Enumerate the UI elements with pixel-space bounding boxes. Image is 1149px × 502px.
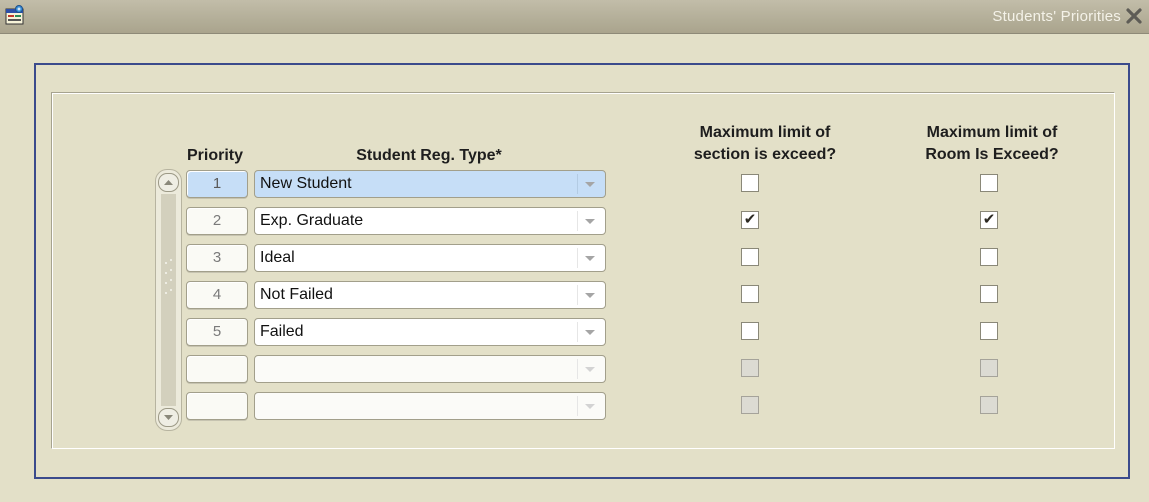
header-room-line2: Room Is Exceed? bbox=[925, 146, 1059, 163]
scroll-up-arrow-icon bbox=[164, 180, 173, 185]
reg-type-select[interactable]: Exp. Graduate bbox=[254, 207, 606, 235]
priority-field[interactable]: 2 bbox=[186, 207, 248, 235]
dropdown-arrow-icon[interactable] bbox=[577, 359, 602, 379]
window-title: Students' Priorities bbox=[992, 8, 1121, 25]
reg-type-value: Exp. Graduate bbox=[260, 212, 364, 229]
room-exceeded-checkbox[interactable] bbox=[980, 248, 998, 266]
priority-field[interactable]: 3 bbox=[186, 244, 248, 272]
dropdown-arrow-icon[interactable] bbox=[577, 285, 602, 305]
header-priority: Priority bbox=[186, 147, 243, 164]
record-row: 2 Exp. Graduate ✔ ✔ bbox=[186, 207, 1146, 237]
reg-type-select[interactable] bbox=[254, 392, 606, 420]
room-exceeded-checkbox[interactable] bbox=[980, 285, 998, 303]
checkmark-icon: ✔ bbox=[982, 211, 996, 228]
room-exceeded-checkbox[interactable]: ✔ bbox=[980, 211, 998, 229]
scrollbar-grip-icon[interactable] bbox=[164, 257, 174, 297]
section-exceeded-checkbox[interactable] bbox=[741, 322, 759, 340]
reg-type-select[interactable]: Failed bbox=[254, 318, 606, 346]
record-row bbox=[186, 392, 1146, 422]
checkmark-icon bbox=[981, 248, 997, 266]
room-exceeded-checkbox bbox=[980, 396, 998, 414]
checkmark-icon bbox=[742, 322, 758, 340]
room-exceeded-checkbox[interactable] bbox=[980, 322, 998, 340]
section-exceeded-checkbox[interactable] bbox=[741, 248, 759, 266]
records-scrollbar[interactable] bbox=[155, 169, 182, 431]
checkmark-icon bbox=[742, 285, 758, 303]
record-row: 5 Failed bbox=[186, 318, 1146, 348]
header-room-line1: Maximum limit of bbox=[926, 124, 1058, 141]
record-row bbox=[186, 355, 1146, 385]
oracle-forms-app-icon bbox=[5, 5, 24, 25]
dropdown-arrow-icon[interactable] bbox=[577, 248, 602, 268]
close-icon[interactable] bbox=[1124, 6, 1144, 26]
header-reg-type: Student Reg. Type* bbox=[356, 147, 502, 164]
priority-field[interactable]: 4 bbox=[186, 281, 248, 309]
header-room-exceeded: Maximum limit of Room Is Exceed? bbox=[887, 122, 1097, 166]
reg-type-value: Not Failed bbox=[260, 286, 333, 303]
checkmark-icon: ✔ bbox=[743, 211, 757, 228]
checkmark-icon bbox=[981, 285, 997, 303]
window-title-bar: Students' Priorities bbox=[0, 0, 1149, 34]
reg-type-select[interactable]: New Student bbox=[254, 170, 606, 198]
dropdown-arrow-icon[interactable] bbox=[577, 211, 602, 231]
scroll-down-arrow-icon bbox=[164, 415, 173, 420]
scroll-up-button[interactable] bbox=[158, 173, 179, 192]
header-section-exceeded: Maximum limit of section is exceed? bbox=[660, 122, 870, 166]
checkmark-icon bbox=[742, 248, 758, 266]
reg-type-select[interactable]: Ideal bbox=[254, 244, 606, 272]
reg-type-select[interactable] bbox=[254, 355, 606, 383]
section-exceeded-checkbox bbox=[741, 396, 759, 414]
reg-type-value: New Student bbox=[260, 175, 352, 192]
checkmark-icon bbox=[981, 174, 997, 192]
section-exceeded-checkbox[interactable] bbox=[741, 285, 759, 303]
dropdown-arrow-icon[interactable] bbox=[577, 322, 602, 342]
room-exceeded-checkbox[interactable] bbox=[980, 174, 998, 192]
reg-type-value: Ideal bbox=[260, 249, 295, 266]
reg-type-value: Failed bbox=[260, 323, 304, 340]
priority-field[interactable] bbox=[186, 355, 248, 383]
record-row: 3 Ideal bbox=[186, 244, 1146, 274]
dropdown-arrow-icon[interactable] bbox=[577, 174, 602, 194]
section-exceeded-checkbox[interactable]: ✔ bbox=[741, 211, 759, 229]
section-exceeded-checkbox bbox=[741, 359, 759, 377]
scrollbar-track[interactable] bbox=[161, 194, 176, 406]
dropdown-arrow-icon[interactable] bbox=[577, 396, 602, 416]
header-section-line1: Maximum limit of bbox=[699, 124, 831, 141]
scroll-down-button[interactable] bbox=[158, 408, 179, 427]
section-exceeded-checkbox[interactable] bbox=[741, 174, 759, 192]
header-section-line2: section is exceed? bbox=[693, 146, 837, 163]
record-row: 4 Not Failed bbox=[186, 281, 1146, 311]
room-exceeded-checkbox bbox=[980, 359, 998, 377]
priority-field[interactable]: 1 bbox=[186, 170, 248, 198]
checkmark-icon bbox=[742, 174, 758, 192]
reg-type-select[interactable]: Not Failed bbox=[254, 281, 606, 309]
priority-field[interactable]: 5 bbox=[186, 318, 248, 346]
checkmark-icon bbox=[981, 322, 997, 340]
record-row: 1 New Student bbox=[186, 170, 1146, 200]
priority-field[interactable] bbox=[186, 392, 248, 420]
